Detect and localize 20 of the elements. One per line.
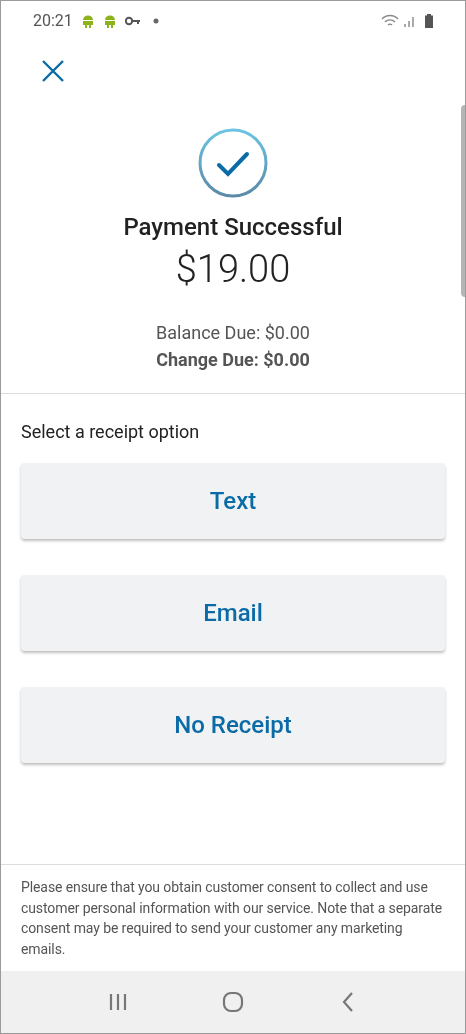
success-check-icon [197,127,269,199]
signal-icon [403,15,415,27]
balance-due-text: Balance Due: $0.00 [156,321,310,345]
status-time: 20:21 [33,10,73,32]
consent-notice: Please ensure that you obtain customer consent to collect and use customer personal information with our service. Note that a separate consent may be required to send your customer any marketing emails. [21,878,443,959]
receipt-prompt: Select a receipt option [21,420,201,444]
dot-icon [152,18,159,24]
change-due-text: Change Due: $0.00 [156,348,310,372]
receipt-option-button[interactable]: Text [21,463,445,539]
battery-icon [425,14,433,28]
receipt-option-button[interactable]: No Receipt [21,687,445,763]
receipt-option-button[interactable]: Email [21,575,445,651]
android-icon [102,14,117,28]
key-icon [124,16,141,26]
android-icon [80,14,95,28]
amount-text: $19.00 [175,246,291,293]
home-button[interactable] [222,991,244,1013]
close-button[interactable] [41,59,65,83]
wifi-icon [381,14,399,28]
status-title: Payment Successful [123,212,343,243]
